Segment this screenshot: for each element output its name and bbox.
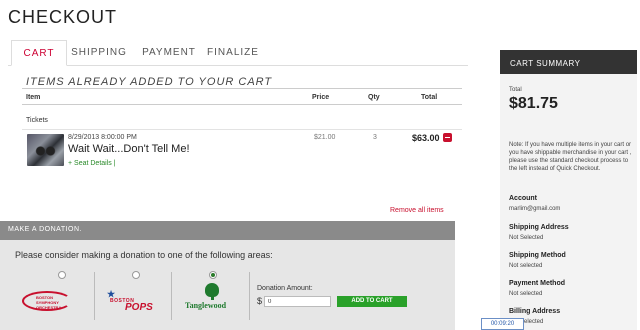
event-thumbnail [27,134,64,166]
add-to-cart-button[interactable]: ADD TO CART [337,296,407,307]
page-title: CHECKOUT [8,7,118,27]
bso-logo[interactable]: BOSTON SYMPHONY ORCHESTRA [22,291,82,313]
tab-cart[interactable]: CART [11,40,67,66]
total-label: Total [509,87,522,93]
summary-heading: CART SUMMARY [500,50,637,74]
column-qty: Qty [368,94,380,101]
checkout-tabs: CART SHIPPING PAYMENT FINALIZE [8,40,468,66]
donation-panel: MAKE A DONATION. Please consider making … [0,221,455,330]
donation-amount-input[interactable] [264,296,331,307]
shipping-method-value: Not selected [509,263,543,269]
divider [171,272,172,320]
tab-shipping[interactable]: SHIPPING [67,40,131,66]
radio-bso[interactable] [58,271,66,279]
tanglewood-logo[interactable]: Tanglewood [183,283,243,315]
donation-amount-label: Donation Amount: [257,285,313,292]
billing-address-label: Billing Address [509,308,561,315]
radio-tanglewood[interactable] [209,271,217,279]
shipping-method-label: Shipping Method [509,252,566,259]
divider [22,88,462,89]
column-price: Price [312,94,330,101]
column-total: Total [421,94,438,101]
tree-icon [205,283,219,297]
category-label: Tickets [26,117,48,124]
checkout-note: Note: If you have multiple items in your… [509,142,632,172]
item-price: $21.00 [314,134,336,141]
remove-all-link[interactable]: Remove all items [390,207,444,214]
divider [94,272,95,320]
currency-symbol: $ [257,296,263,306]
divider [22,129,462,130]
radio-pops[interactable] [132,271,140,279]
seat-details-link[interactable]: + Seat Details | [68,160,116,167]
item-date: 8/29/2013 8:00:00 PM [68,134,137,141]
item-total: $63.00 [412,133,440,143]
shipping-address-value: Not Selected [509,235,544,241]
divider [249,272,250,320]
divider [22,104,462,105]
account-value: marlim@gmail.com [509,206,561,212]
donation-prompt: Please consider making a donation to one… [15,250,273,260]
total-value: $81.75 [509,95,558,112]
donation-heading: MAKE A DONATION. [0,221,455,240]
shipping-address-label: Shipping Address [509,224,569,231]
session-timer: 00:09:20 [481,318,524,330]
tab-payment[interactable]: PAYMENT [134,40,204,66]
item-qty: 3 [373,134,377,141]
minus-icon[interactable] [443,133,452,142]
account-label: Account [509,195,537,202]
payment-method-value: Not selected [509,291,543,297]
tab-finalize[interactable]: FINALIZE [204,40,262,66]
item-name: Wait Wait...Don't Tell Me! [68,143,190,155]
cart-summary: CART SUMMARY Total $81.75 Note: If you h… [500,50,637,330]
boston-pops-logo[interactable]: ★ BOSTON POPS [105,289,155,315]
payment-method-label: Payment Method [509,280,566,287]
column-item: Item [26,94,41,101]
cart-heading: ITEMS ALREADY ADDED TO YOUR CART [26,76,273,88]
